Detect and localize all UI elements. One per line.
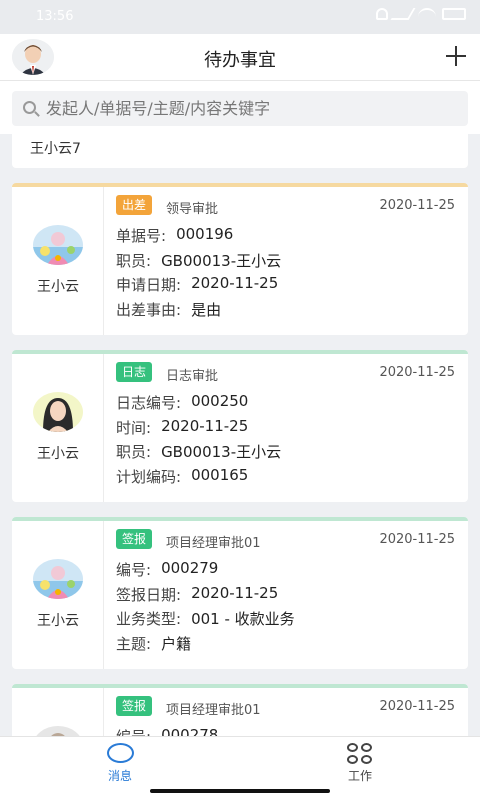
field-value: 2020-11-25 [191,274,279,292]
field-row: 出差事由: 是由 [116,299,456,324]
todo-list[interactable]: 王小云7 王小云 出差 领导审批 2020-11-25 单据号: 000196 … [0,134,480,736]
field-value: 000278 [161,726,219,736]
field-value: 000279 [161,559,219,577]
field-label: 职员: [116,251,152,270]
card-user: 王小云 [12,354,104,502]
card-user: 王小云 [12,521,104,669]
todo-card[interactable]: 签报 项目经理审批01 2020-11-25 编号: 000278 [12,684,468,736]
card-user [12,688,104,736]
card-date: 2020-11-25 [379,198,455,213]
field-label: 计划编码: [116,467,182,486]
user-avatar [33,726,83,736]
user-name: 王小云 [37,613,79,629]
card-fields: 日志编号: 000250 时间: 2020-11-25 职员: GB00013-王小云… [116,392,456,490]
chat-bubble-icon [107,743,134,763]
field-value: 000250 [191,392,249,410]
signal-icon [390,8,416,20]
field-value: 是由 [191,300,222,319]
type-badge: 日志 [116,362,153,382]
app-header: 待办事宜 [0,34,480,81]
status-icons [376,8,466,20]
user-avatar [33,225,83,265]
field-label: 主题: [116,634,152,653]
search-box[interactable] [12,91,468,126]
field-value: GB00013-王小云 [161,443,282,461]
search-bar [0,81,480,134]
user-name: 王小云 [37,446,79,462]
field-value: 2020-11-25 [191,583,279,602]
field-value: GB00013-王小云 [161,251,282,270]
search-icon [23,101,36,114]
user-name: 王小云7 [30,141,81,157]
field-row: 职员: GB00013-王小云 [116,250,456,275]
field-row: 日志编号: 000250 [116,392,456,417]
field-label: 编号: [116,726,151,736]
field-label: 单据号: [116,227,167,245]
card-fields: 编号: 000279 签报日期: 2020-11-25 业务类型: 001 - 收款业… [116,559,456,657]
field-row: 编号: 000278 [116,726,456,736]
type-badge: 签报 [116,529,153,549]
status-time: 13:56 [36,9,74,24]
field-row: 业务类型: 001 - 收款业务 [116,608,456,633]
user-avatar [33,559,83,599]
field-value: 000165 [191,465,249,484]
process-name: 领导审批 [166,202,219,217]
todo-card[interactable]: 王小云 签报 项目经理审批01 2020-11-25 编号: 000279 签报日… [12,517,468,669]
tab-label: 消息 [107,769,132,783]
field-value: 001 - 收款业务 [191,610,295,628]
home-indicator [150,789,330,793]
tab-label: 工作 [347,769,372,783]
field-row: 签报日期: 2020-11-25 [116,584,456,609]
field-row: 计划编码: 000165 [116,466,456,491]
status-bar: 13:56 [0,0,480,34]
field-label: 申请日期: [116,276,182,294]
type-badge: 出差 [116,195,153,215]
field-row: 职员: GB00013-王小云 [116,441,456,466]
card-date: 2020-11-25 [379,365,455,380]
apps-grid-icon [347,743,373,765]
field-row: 编号: 000279 [116,559,456,584]
add-icon[interactable] [446,46,466,66]
process-name: 日志审批 [166,369,219,384]
card-date: 2020-11-25 [379,699,455,714]
field-label: 业务类型: [116,610,182,628]
card-user: 王小云 [12,187,104,335]
field-label: 编号: [116,561,152,579]
field-row: 时间: 2020-11-25 [116,417,456,442]
card-date: 2020-11-25 [379,532,455,547]
process-name: 项目经理审批01 [166,703,261,718]
process-name: 项目经理审批01 [166,536,261,551]
battery-icon [442,8,466,20]
user-avatar [33,392,83,432]
field-label: 出差事由: [116,300,182,319]
field-value: 2020-11-25 [161,416,249,435]
field-label: 日志编号: [116,394,182,412]
card-fields: 编号: 000278 [116,726,456,736]
field-row: 单据号: 000196 [116,225,456,250]
search-input[interactable] [46,91,456,126]
type-badge: 签报 [116,696,153,716]
card-fields: 单据号: 000196 职员: GB00013-王小云 申请日期: 2020-11-2… [116,225,456,323]
wifi-icon [418,8,436,20]
field-value: 000196 [176,225,234,243]
user-name: 王小云 [37,279,79,295]
field-row: 申请日期: 2020-11-25 [116,274,456,299]
field-value: 户籍 [161,634,192,653]
page-title: 待办事宜 [204,50,276,71]
field-label: 时间: [116,418,152,437]
list-item[interactable]: 王小云7 [12,134,468,168]
todo-card[interactable]: 王小云 出差 领导审批 2020-11-25 单据号: 000196 职员: GB0… [12,183,468,335]
field-row: 主题: 户籍 [116,633,456,658]
field-label: 签报日期: [116,585,182,604]
todo-card[interactable]: 王小云 日志 日志审批 2020-11-25 日志编号: 000250 时间: 20… [12,350,468,502]
field-label: 职员: [116,443,152,461]
notification-icon [376,8,388,20]
